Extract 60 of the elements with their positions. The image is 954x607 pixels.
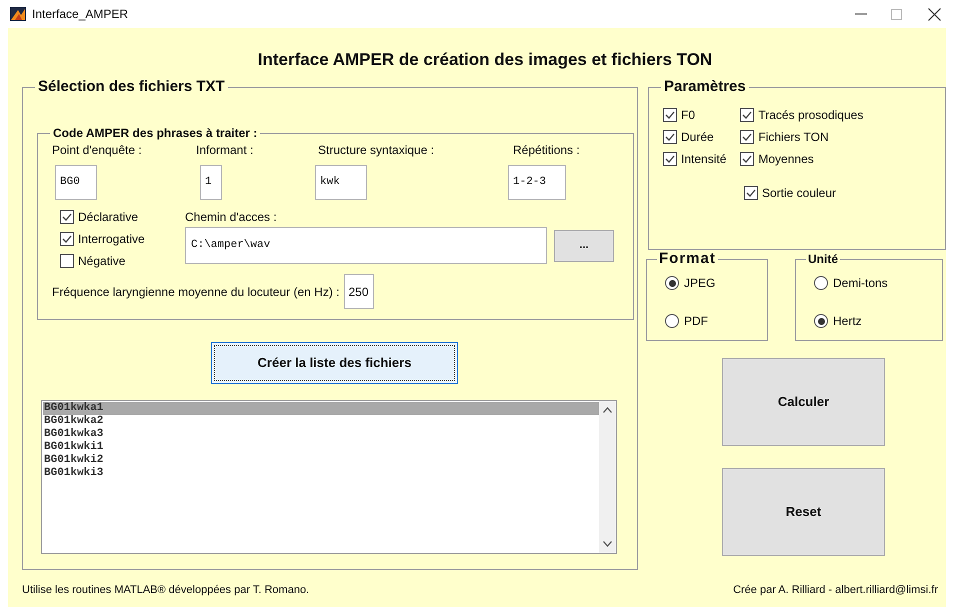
panel-title: Sélection des fichiers TXT <box>37 78 226 96</box>
parameter-checkbox[interactable]: Intensité <box>663 152 726 166</box>
file-list-item[interactable]: BG01kwka1 <box>43 402 599 415</box>
scroll-up-icon[interactable] <box>603 407 612 413</box>
sentence-type-checkbox[interactable]: Déclarative <box>60 210 185 224</box>
text-field[interactable]: kwk <box>315 165 367 200</box>
path-label: Chemin d'acces : <box>185 210 278 224</box>
text-field[interactable]: BG0 <box>55 165 97 200</box>
file-list-item[interactable]: BG01kwka2 <box>43 415 599 428</box>
checkmark-icon <box>665 155 675 163</box>
create-list-button[interactable]: Créer la liste des fichiers <box>211 342 458 384</box>
file-list-item[interactable]: BG01kwki3 <box>43 467 599 480</box>
checkmark-icon <box>665 133 675 141</box>
radio-option[interactable]: Demi-tons <box>814 276 942 290</box>
panel-title: Format <box>658 250 717 268</box>
action-button[interactable]: Reset <box>722 468 885 556</box>
checkmark-icon <box>742 133 752 141</box>
frequency-field[interactable]: 250 <box>344 274 374 309</box>
sentence-type-checkbox[interactable]: Négative <box>60 254 185 268</box>
parameter-checkbox[interactable]: Moyennes <box>740 152 864 166</box>
text-field[interactable]: 1-2-3 <box>508 165 566 200</box>
parameter-checkbox[interactable]: Tracés prosodiques <box>740 108 864 122</box>
action-button[interactable]: Calculer <box>722 358 885 446</box>
checkmark-icon <box>62 213 72 221</box>
group-title: Code AMPER des phrases à traiter : <box>52 126 258 140</box>
parameter-checkbox[interactable]: Fichiers TON <box>740 130 864 144</box>
radio-option[interactable]: PDF <box>665 314 767 328</box>
checkmark-icon <box>742 111 752 119</box>
parameter-checkbox[interactable]: Durée <box>663 130 726 144</box>
field-label: Point d'enquête : <box>52 143 143 157</box>
checkmark-icon <box>742 155 752 163</box>
checkmark-icon <box>62 235 72 243</box>
field-label: Répétitions : <box>513 143 581 157</box>
frequency-label: Fréquence laryngienne moyenne du locuteur (en Hz) : <box>52 284 340 300</box>
radio-option[interactable]: Hertz <box>814 314 942 328</box>
window-title: Interface_AMPER <box>32 6 128 23</box>
panel-title: Paramètres <box>663 78 747 96</box>
author-text: Crée par A. Rilliard - albert.rilliard@limsi.fr <box>733 583 938 598</box>
file-list-item[interactable]: BG01kwki2 <box>43 454 599 467</box>
field-label: Informant : <box>196 143 254 157</box>
app-icon <box>10 7 26 21</box>
file-list-item[interactable]: BG01kwki1 <box>43 441 599 454</box>
scrollbar[interactable] <box>599 401 616 553</box>
file-list-item[interactable]: BG01kwka3 <box>43 428 599 441</box>
text-field[interactable]: 1 <box>200 165 222 200</box>
field-label: Structure syntaxique : <box>318 143 436 157</box>
path-field[interactable]: C:\amper\wav <box>185 227 547 264</box>
main-heading: Interface AMPER de création des images et fichiers TON <box>258 50 712 70</box>
scroll-down-icon[interactable] <box>603 541 612 547</box>
close-icon[interactable] <box>928 8 941 20</box>
panel-title: Unité <box>807 251 839 268</box>
credits-text: Utilise les routines MATLAB® développées par T. Romano. <box>22 583 310 598</box>
checkmark-icon <box>746 189 756 197</box>
sentence-type-checkbox[interactable]: Interrogative <box>60 232 185 246</box>
checkmark-icon <box>665 111 675 119</box>
parameter-checkbox[interactable]: F0 <box>663 108 726 122</box>
parameter-checkbox[interactable]: Sortie couleur <box>744 186 836 200</box>
browse-button[interactable]: ... <box>554 230 614 262</box>
file-listbox[interactable]: BG01kwka1 BG01kwka2 BG01kwka3 BG01kwki1 BG01kwki2 BG01kwki3 <box>41 400 617 554</box>
radio-option[interactable]: JPEG <box>665 276 767 290</box>
